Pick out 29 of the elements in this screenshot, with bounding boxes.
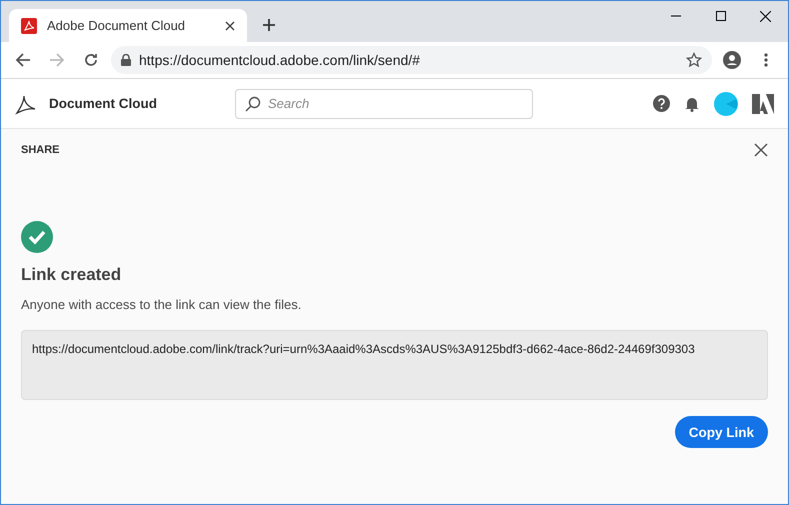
- link-field[interactable]: https://documentcloud.adobe.com/link/track?uri=urn%3Aaaid%3Ascds%3AUS%3A9125bdf3-d662-4ace-86d2-24469f309303: [21, 330, 768, 400]
- adobe-logo-icon[interactable]: [752, 94, 774, 114]
- star-icon[interactable]: [686, 52, 702, 68]
- close-icon: [760, 10, 771, 22]
- browser-tab[interactable]: Adobe Document Cloud: [9, 9, 247, 42]
- maximize-icon: [716, 11, 726, 21]
- address-bar[interactable]: https://documentcloud.adobe.com/link/send/#: [111, 46, 712, 74]
- copy-link-button[interactable]: Copy Link: [674, 416, 768, 448]
- check-circle-icon: [21, 221, 53, 253]
- bell-icon[interactable]: [684, 95, 700, 112]
- reload-icon: [83, 52, 99, 68]
- url-text: https://documentcloud.adobe.com/link/send/#: [139, 52, 421, 68]
- search-field[interactable]: Search: [235, 88, 533, 118]
- close-icon: [754, 143, 768, 157]
- search-icon: [245, 96, 261, 112]
- plus-icon: [262, 18, 276, 32]
- pdf-icon: [21, 18, 37, 34]
- tab-title: Adobe Document Cloud: [47, 18, 186, 33]
- share-title: SHARE: [21, 144, 60, 156]
- message: Anyone with access to the link can view the files.: [21, 297, 302, 312]
- lock-icon: [121, 54, 131, 66]
- back-arrow-icon: [15, 52, 31, 68]
- heading: Link created: [21, 265, 122, 285]
- brand-name: Document Cloud: [49, 96, 158, 111]
- forward-arrow-icon: [49, 52, 65, 68]
- avatar-icon[interactable]: [714, 92, 738, 116]
- close-button[interactable]: [754, 143, 768, 157]
- close-icon[interactable]: [225, 20, 235, 30]
- help-icon[interactable]: [653, 95, 670, 112]
